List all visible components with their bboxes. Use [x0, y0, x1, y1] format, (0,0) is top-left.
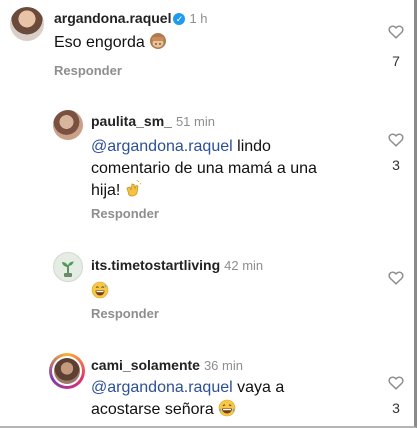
mention-link[interactable]: @argandona.raquel — [91, 379, 233, 396]
comment-item: cami_solamente 36 min @argandona.raquel v… — [0, 340, 414, 426]
comment-text-part: acostarse señora — [91, 401, 214, 418]
heart-icon — [388, 25, 404, 39]
avatar[interactable] — [53, 252, 83, 282]
comment-text-part: lindo — [237, 138, 271, 155]
comment-item: paulita_sm_ 51 min @argandona.raquel lind… — [0, 96, 414, 236]
reply-button[interactable]: Responder — [91, 306, 159, 321]
laughing-tears-face-icon — [218, 399, 236, 424]
like-count: 3 — [392, 157, 400, 173]
comment-time: 1 h — [189, 11, 208, 26]
like-count: 3 — [392, 400, 400, 416]
like-button[interactable]: 3 — [386, 375, 406, 416]
comment-username[interactable]: its.timetostartliving — [91, 257, 220, 273]
like-button[interactable] — [386, 270, 406, 285]
comment-time: 51 min — [175, 114, 215, 129]
grinning-sweat-face-icon — [91, 281, 109, 304]
mention-link[interactable]: @argandona.raquel — [91, 138, 233, 155]
comment-text: @argandona.raquel lindo comentario de un… — [91, 136, 391, 205]
heart-icon — [388, 376, 404, 390]
clapping-hands-icon — [124, 179, 142, 205]
comment-text: Eso engorda — [54, 32, 167, 57]
comments-panel: argandona.raquel ✓ 1 h Eso engorda Respond… — [0, 0, 417, 428]
comment-text-part: comentario de una mamá a una — [91, 160, 317, 177]
comment-time: 36 min — [203, 358, 243, 373]
comment-username[interactable]: paulita_sm_ — [91, 113, 172, 129]
comment-text-body: Eso engorda — [54, 34, 145, 51]
comment-username[interactable]: argandona.raquel — [54, 10, 171, 26]
heart-icon — [388, 271, 404, 285]
like-count: 7 — [392, 53, 400, 69]
verified-badge-icon: ✓ — [173, 13, 186, 25]
comment-time: 42 min — [224, 258, 264, 273]
reply-button[interactable]: Responder — [91, 206, 159, 221]
comment-text: @argandona.raquel vaya a acostarse señor… — [91, 377, 391, 424]
plant-icon — [62, 261, 74, 277]
comment-text-part: hija! — [91, 182, 121, 199]
avatar[interactable] — [49, 353, 85, 389]
reply-button[interactable]: Responder — [54, 63, 122, 78]
heart-icon — [388, 133, 404, 147]
avatar[interactable] — [10, 7, 44, 41]
comment-text-part: vaya a — [237, 379, 285, 396]
comment-item: its.timetostartliving 42 min Responder — [0, 240, 414, 340]
avatar[interactable] — [53, 110, 83, 140]
like-button[interactable]: 3 — [386, 132, 406, 173]
see-no-evil-monkey-icon — [149, 32, 167, 57]
like-button[interactable]: 7 — [386, 24, 406, 69]
comment-username[interactable]: cami_solamente — [91, 357, 200, 373]
comment-item: argandona.raquel ✓ 1 h Eso engorda Respond… — [0, 0, 414, 90]
